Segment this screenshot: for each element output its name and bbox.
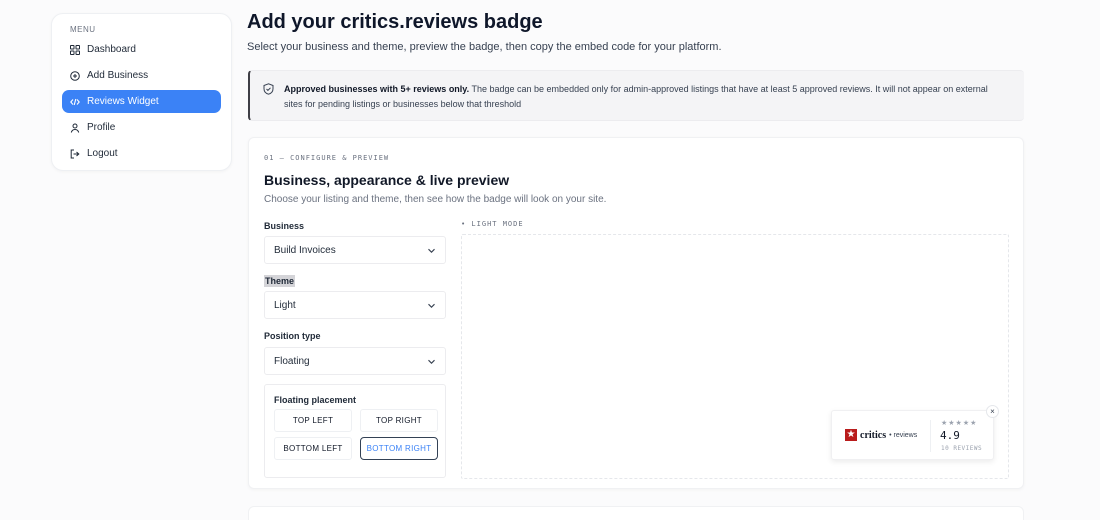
sidebar-item-label: Profile — [87, 122, 116, 133]
badge-brand: critics — [860, 429, 887, 441]
sidebar-item-label: Add Business — [87, 70, 149, 81]
sidebar-item-profile[interactable]: Profile — [62, 116, 221, 139]
placement-bottom-right-button[interactable]: BOTTOM RIGHT — [360, 437, 438, 460]
position-type-label: Position type — [264, 331, 321, 341]
grid-icon — [70, 44, 80, 55]
card-subtitle: Choose your listing and theme, then see … — [264, 194, 607, 205]
placement-top-right-button[interactable]: TOP RIGHT — [360, 409, 438, 432]
card-title: Business, appearance & live preview — [264, 172, 510, 188]
sidebar: MENU Dashboard Add Business Reviews Widg… — [51, 13, 232, 171]
floating-placement-label: Floating placement — [274, 395, 357, 405]
floating-placement-group: Floating placement TOP LEFT TOP RIGHT BO… — [264, 384, 446, 478]
business-select-value: Build Invoices — [274, 244, 336, 256]
preview-mode-label: • LIGHT MODE — [461, 220, 524, 228]
badge-rating: 4.9 — [940, 429, 960, 442]
sidebar-item-dashboard[interactable]: Dashboard — [62, 38, 221, 61]
sidebar-item-add-business[interactable]: Add Business — [62, 64, 221, 87]
theme-select[interactable]: Light — [264, 291, 446, 319]
code-icon — [70, 98, 80, 105]
configure-card: 01 — CONFIGURE & PREVIEW Business, appea… — [248, 137, 1024, 489]
position-type-select-value: Floating — [274, 355, 310, 367]
page-title: Add your critics.reviews badge — [247, 11, 543, 33]
chevron-down-icon — [428, 248, 435, 253]
chevron-down-icon — [428, 303, 435, 308]
theme-select-value: Light — [274, 299, 296, 311]
reviews-badge[interactable]: ★ critics • reviews ★★★★★ 4.9 10 REVIEWS — [831, 410, 994, 460]
critics-logo: ★ critics • reviews — [845, 429, 917, 441]
star-rating-icons: ★★★★★ — [941, 420, 978, 427]
logout-icon — [70, 149, 80, 158]
star-logo-icon: ★ — [845, 429, 857, 441]
notice-bold-text: Approved businesses with 5+ reviews only… — [284, 84, 470, 94]
chevron-down-icon — [428, 359, 435, 364]
business-select[interactable]: Build Invoices — [264, 236, 446, 264]
approval-notice: Approved businesses with 5+ reviews only… — [248, 70, 1024, 121]
sidebar-item-label: Reviews Widget — [87, 96, 159, 107]
sidebar-item-label: Logout — [87, 148, 118, 159]
placement-bottom-left-button[interactable]: BOTTOM LEFT — [274, 437, 352, 460]
sidebar-item-label: Dashboard — [87, 44, 136, 55]
badge-close-button[interactable]: × — [986, 405, 999, 418]
page-subtitle: Select your business and theme, preview … — [247, 41, 722, 53]
step-label: 01 — CONFIGURE & PREVIEW — [264, 154, 390, 162]
placement-top-left-button[interactable]: TOP LEFT — [274, 409, 352, 432]
sidebar-item-logout[interactable]: Logout — [62, 142, 221, 165]
badge-divider — [930, 420, 931, 452]
menu-label: MENU — [70, 25, 96, 34]
plus-circle-icon — [70, 70, 80, 81]
user-icon — [70, 123, 80, 133]
position-type-select[interactable]: Floating — [264, 347, 446, 375]
business-label: Business — [264, 221, 305, 231]
badge-review-count: 10 REVIEWS — [941, 445, 983, 452]
badge-brand-suffix: • reviews — [889, 431, 918, 439]
sidebar-item-reviews-widget[interactable]: Reviews Widget — [62, 90, 221, 113]
shield-check-icon — [263, 83, 274, 95]
theme-label: Theme — [264, 275, 296, 287]
embed-code-card — [248, 506, 1024, 520]
